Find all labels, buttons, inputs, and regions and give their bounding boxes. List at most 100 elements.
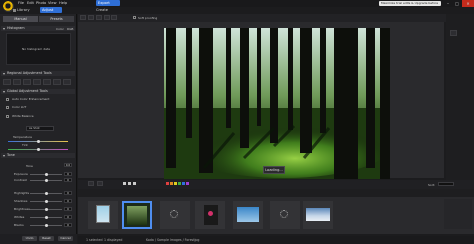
temperature-label: Temperature	[13, 135, 33, 139]
thumbnail[interactable]	[233, 201, 263, 229]
reset-button[interactable]: Reset	[39, 236, 54, 241]
brightness-slider[interactable]	[30, 208, 62, 211]
thumbnail-loading[interactable]	[160, 201, 190, 229]
regional-header[interactable]: Regional Adjustment Tools	[1, 71, 75, 76]
contrast-value[interactable]: 0	[64, 178, 72, 182]
tone-header[interactable]: Tone	[1, 153, 75, 158]
tint-knob[interactable]	[37, 148, 40, 151]
color-tags[interactable]	[166, 182, 189, 186]
red-eye-button[interactable]	[33, 79, 41, 85]
tab-create[interactable]: Create	[96, 7, 120, 13]
info-icon[interactable]	[450, 30, 457, 36]
flag-icons[interactable]	[123, 182, 163, 185]
thumbnail-loading[interactable]	[270, 201, 300, 229]
folder-path: Koda / Sample Images / ForestJpg	[146, 238, 200, 242]
contrast-knob[interactable]	[45, 179, 48, 182]
exposure-label: Exposure	[14, 172, 28, 176]
menu-help[interactable]: Help	[59, 1, 67, 5]
menu-photo[interactable]: Photo	[36, 1, 46, 5]
temperature-knob[interactable]	[37, 140, 40, 143]
whites-knob[interactable]	[45, 216, 48, 219]
contrast-slider[interactable]	[30, 179, 62, 182]
tab-export[interactable]: Export	[96, 0, 120, 6]
radial-tool-button[interactable]	[63, 79, 71, 85]
flip-icon[interactable]	[111, 15, 117, 20]
white-balance-checkbox[interactable]	[6, 115, 9, 118]
blacks-value[interactable]: 0	[64, 223, 72, 227]
tab-manual[interactable]: Manual	[3, 16, 38, 22]
collapse-icon	[3, 27, 5, 30]
menu-file[interactable]: File	[18, 1, 24, 5]
exposure-value[interactable]: 0	[64, 172, 72, 176]
tone-value[interactable]: 0.0	[64, 163, 72, 167]
forest-photo	[164, 28, 390, 179]
brush-tool-button[interactable]	[43, 79, 51, 85]
exposure-knob[interactable]	[45, 173, 48, 176]
highlights-knob[interactable]	[45, 192, 48, 195]
undo-button[interactable]: Undo	[22, 236, 37, 241]
tab-library[interactable]: Library	[13, 7, 33, 13]
crop-tool-button[interactable]	[3, 79, 11, 85]
collapse-icon	[3, 72, 5, 75]
rotate-icon[interactable]	[104, 15, 110, 20]
cancel-button[interactable]: Cancel	[58, 236, 73, 241]
grid-view-icon[interactable]	[80, 15, 86, 20]
histogram-rgb-option[interactable]: RGB	[67, 27, 73, 31]
menu-edit[interactable]: Edit	[27, 1, 34, 5]
compare-view-icon[interactable]	[96, 15, 102, 20]
maximize-icon[interactable]: □	[453, 0, 461, 7]
brightness-value[interactable]: 0	[64, 207, 72, 211]
straighten-tool-button[interactable]	[13, 79, 21, 85]
brightness-label: Brightness	[14, 207, 30, 211]
minimize-icon[interactable]: –	[444, 0, 452, 7]
tab-adjust[interactable]: Adjust	[40, 7, 62, 13]
regional-label: Regional Adjustment Tools	[7, 71, 52, 75]
global-header[interactable]: Global Adjustment Tools	[1, 89, 75, 94]
gradient-tool-button[interactable]	[53, 79, 61, 85]
auto-color-checkbox[interactable]	[6, 98, 9, 101]
contrast-label: Contrast	[14, 178, 27, 182]
whites-slider[interactable]	[30, 216, 62, 219]
exposure-slider[interactable]	[30, 173, 62, 176]
tint-slider[interactable]	[8, 148, 68, 151]
shadows-slider[interactable]	[30, 200, 62, 203]
wb-preset-select[interactable]: As Shot	[26, 126, 54, 131]
brightness-knob[interactable]	[45, 208, 48, 211]
auto-color-label: Auto Color Enhancement	[12, 97, 50, 101]
blacks-knob[interactable]	[45, 224, 48, 227]
color-lut-checkbox[interactable]	[6, 106, 9, 109]
shadows-knob[interactable]	[45, 200, 48, 203]
tab-library-label: Library	[17, 8, 30, 12]
highlights-value[interactable]: 0	[64, 191, 72, 195]
color-lut-label: Color LUT	[12, 105, 27, 109]
tone-label: Tone	[7, 153, 15, 157]
shadows-value[interactable]: 0	[64, 199, 72, 203]
close-icon[interactable]: ✕	[462, 0, 474, 7]
soft-proofing-checkbox[interactable]	[133, 16, 136, 19]
highlights-slider[interactable]	[30, 192, 62, 195]
blacks-slider[interactable]	[30, 224, 62, 227]
tab-presets[interactable]: Presets	[39, 16, 74, 22]
whites-value[interactable]: 0	[64, 215, 72, 219]
single-view-icon[interactable]	[88, 15, 94, 20]
collapse-icon	[3, 90, 5, 93]
blacks-label: Blacks	[14, 223, 24, 227]
next-page-icon[interactable]	[97, 181, 103, 186]
sort-label: Sort:	[428, 183, 436, 187]
menu-view[interactable]: View	[48, 1, 57, 5]
white-balance-label: White Balance	[12, 114, 34, 118]
sort-select[interactable]	[438, 182, 454, 186]
highlights-label: Highlights	[14, 191, 30, 195]
thumbnail[interactable]	[195, 201, 225, 229]
thumbnail-selected[interactable]	[122, 201, 152, 229]
no-histogram-text: No histogram data	[22, 47, 50, 51]
collapse-icon	[3, 154, 5, 157]
temperature-slider[interactable]	[8, 140, 68, 143]
thumbnail[interactable]	[303, 201, 333, 229]
tone-row-label: Tone	[26, 164, 33, 168]
histogram-color-option[interactable]: Color	[56, 27, 64, 31]
thumbnail[interactable]	[88, 201, 118, 229]
prev-page-icon[interactable]	[88, 181, 94, 186]
spot-removal-button[interactable]	[23, 79, 31, 85]
trial-notice[interactable]: Maximize trial edits & Upgrade before sa…	[379, 1, 441, 10]
